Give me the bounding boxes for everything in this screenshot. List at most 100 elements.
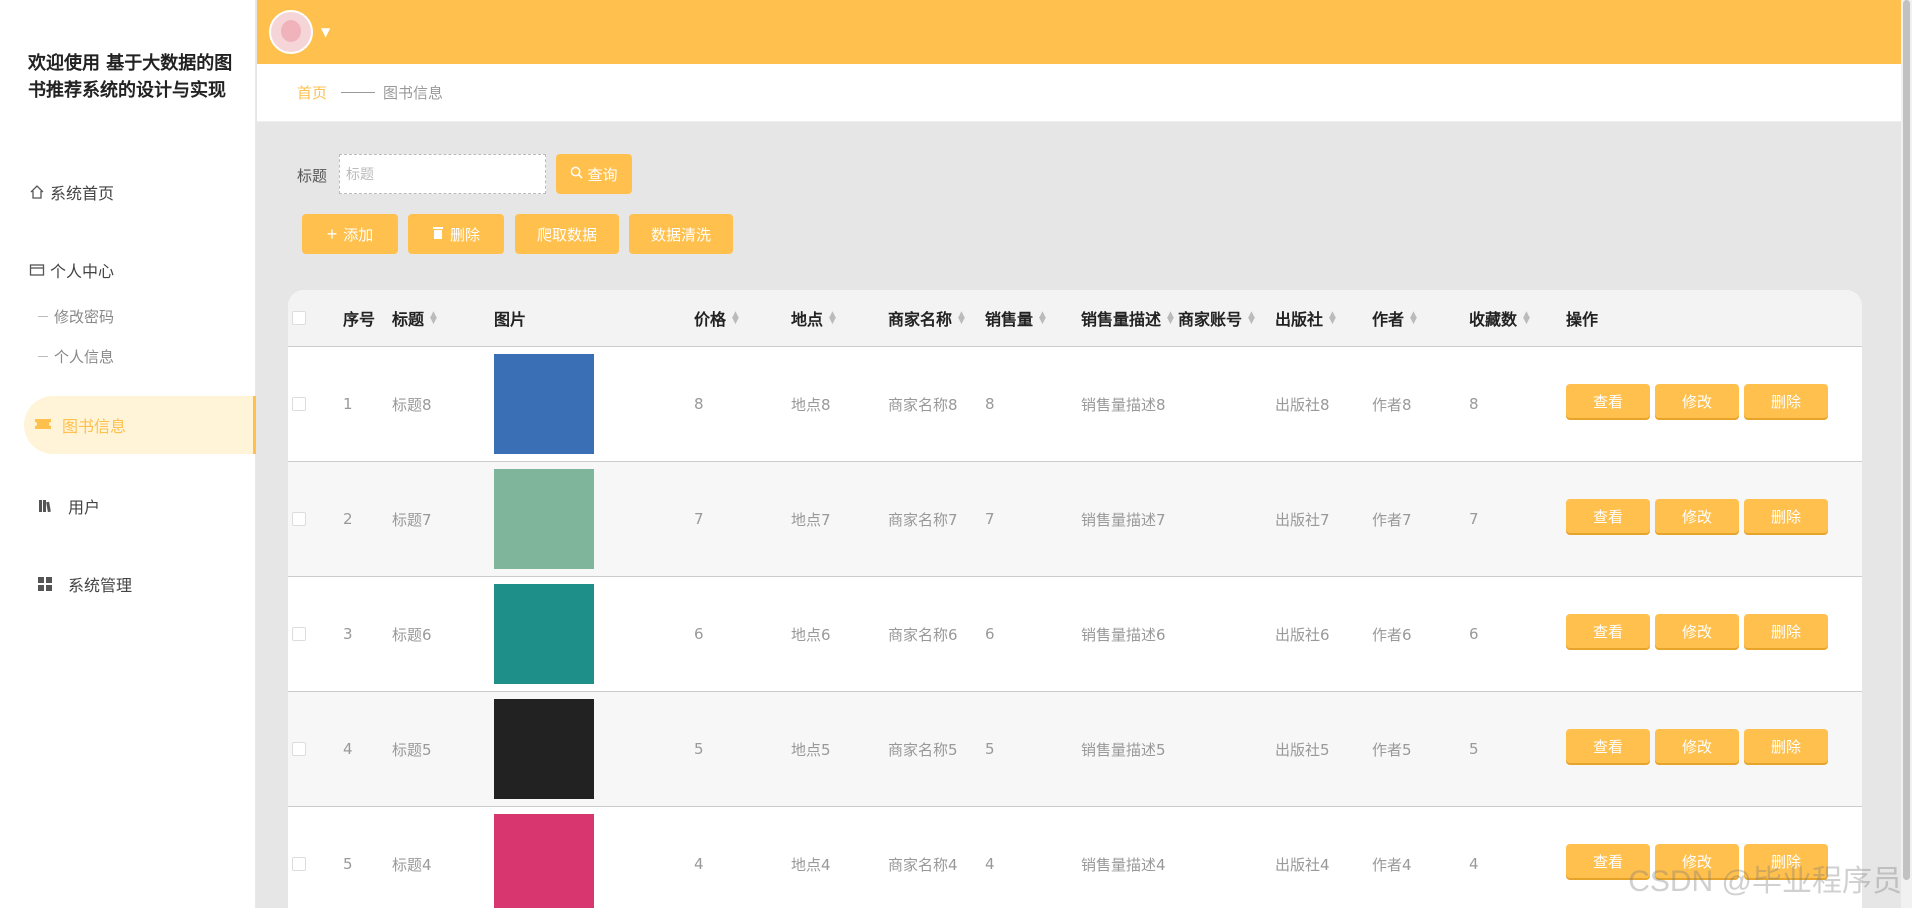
chevron-down-icon[interactable]: ▼ (321, 25, 330, 39)
cell-favorites: 7 (1469, 510, 1479, 528)
cell-merchant: 商家名称8 (888, 395, 958, 414)
header-sales-label: 销售量 (985, 310, 1034, 329)
edit-row-button[interactable]: 修改 (1655, 384, 1739, 418)
header-price[interactable]: 价格 ▲ ▼ (694, 290, 739, 346)
table-body: 1 标题8 8 地点8 商家名称8 8 销售量描述8 出版社8 作者8 8 查看 修改 删除 2 标题7 7 地… (288, 346, 1862, 908)
breadcrumb-separator (341, 92, 376, 93)
sidebar: 欢迎使用 基于大数据的图书推荐系统的设计与实现 系统首页 个人中心 修改密码 个… (0, 0, 256, 908)
header-author[interactable]: 作者 ▲ ▼ (1372, 290, 1417, 346)
header-sales-desc-label: 销售量描述 (1081, 310, 1162, 329)
sidebar-item-change-password[interactable]: 修改密码 (38, 306, 114, 327)
header-publisher[interactable]: 出版社 ▲ ▼ (1275, 290, 1336, 346)
book-cover-image (494, 814, 594, 908)
book-table: 序号 标题 ▲ ▼ 图片 价格 ▲ ▼ 地点 ▲ ▼ 商家名称 ▲ ▼ 销售量 ▲ ▼ 销售量描述 ▲… (288, 290, 1862, 908)
books-icon (36, 497, 54, 515)
clean-button[interactable]: 数据清洗 (629, 214, 733, 254)
row-checkbox[interactable] (292, 347, 306, 461)
row-checkbox[interactable] (292, 577, 306, 691)
cell-index: 4 (343, 740, 353, 758)
cell-sales-desc: 销售量描述5 (1081, 740, 1166, 759)
edit-row-button[interactable]: 修改 (1655, 614, 1739, 648)
book-cover-image (494, 469, 594, 569)
cell-index: 3 (343, 625, 353, 643)
header-favorites-label: 收藏数 (1469, 310, 1518, 329)
cell-title: 标题5 (392, 740, 432, 759)
avatar[interactable] (269, 10, 313, 54)
row-checkbox[interactable] (292, 807, 306, 908)
header-index: 序号 (343, 310, 376, 329)
divider (38, 356, 48, 357)
scrollbar-thumb[interactable] (1903, 0, 1910, 880)
delete-row-button[interactable]: 删除 (1744, 384, 1828, 418)
cell-sales: 6 (985, 625, 995, 643)
sidebar-item-label: 系统管理 (68, 576, 133, 595)
header-sales[interactable]: 销售量 ▲ ▼ (985, 290, 1046, 346)
search-button[interactable]: 查询 (556, 154, 632, 194)
header-ops: 操作 (1566, 310, 1599, 329)
cell-title: 标题6 (392, 625, 432, 644)
cell-publisher: 出版社6 (1275, 625, 1330, 644)
delete-row-button[interactable]: 删除 (1744, 614, 1828, 648)
sidebar-item-book-info[interactable]: 图书信息 (24, 396, 256, 454)
delete-button-label: 删除 (449, 226, 480, 244)
sidebar-item-users[interactable]: 用户 (28, 494, 100, 518)
cell-favorites: 4 (1469, 855, 1479, 873)
search-icon (570, 166, 584, 183)
cell-author: 作者5 (1372, 740, 1412, 759)
header-merchant-account[interactable]: 商家账号 ▲ ▼ (1178, 290, 1255, 346)
cell-merchant: 商家名称6 (888, 625, 958, 644)
cell-publisher: 出版社7 (1275, 510, 1330, 529)
breadcrumb-home[interactable]: 首页 (297, 82, 327, 103)
cell-location: 地点7 (791, 510, 831, 529)
view-row-button[interactable]: 查看 (1566, 499, 1650, 533)
header-title-label: 标题 (392, 310, 425, 329)
sidebar-item-personal-info[interactable]: 个人信息 (38, 346, 114, 367)
sidebar-item-home[interactable]: 系统首页 (28, 180, 114, 204)
cell-merchant: 商家名称5 (888, 740, 958, 759)
view-row-button[interactable]: 查看 (1566, 729, 1650, 763)
header-merchant[interactable]: 商家名称 ▲ ▼ (888, 290, 965, 346)
edit-row-button[interactable]: 修改 (1655, 499, 1739, 533)
header-location[interactable]: 地点 ▲ ▼ (791, 290, 836, 346)
cell-publisher: 出版社8 (1275, 395, 1330, 414)
breadcrumb: 首页 图书信息 (257, 64, 1901, 122)
cell-sales-desc: 销售量描述7 (1081, 510, 1166, 529)
crawl-button[interactable]: 爬取数据 (515, 214, 619, 254)
cell-title: 标题8 (392, 395, 432, 414)
header-favorites[interactable]: 收藏数 ▲ ▼ (1469, 290, 1530, 346)
sidebar-item-label: 用户 (68, 498, 101, 517)
sidebar-item-system-manage[interactable]: 系统管理 (28, 572, 132, 596)
sidebar-item-label: 系统首页 (50, 184, 115, 203)
add-button[interactable]: + 添加 (302, 214, 398, 254)
view-row-button[interactable]: 查看 (1566, 614, 1650, 648)
table-header: 序号 标题 ▲ ▼ 图片 价格 ▲ ▼ 地点 ▲ ▼ 商家名称 ▲ ▼ 销售量 ▲ ▼ 销售量描述 ▲… (288, 290, 1862, 346)
cell-publisher: 出版社4 (1275, 855, 1330, 874)
cell-author: 作者7 (1372, 510, 1412, 529)
cell-index: 5 (343, 855, 353, 873)
delete-row-button[interactable]: 删除 (1744, 729, 1828, 763)
cell-sales-desc: 销售量描述8 (1081, 395, 1166, 414)
cell-price: 8 (694, 395, 704, 413)
cell-sales-desc: 销售量描述6 (1081, 625, 1166, 644)
cell-title: 标题7 (392, 510, 432, 529)
trash-icon (432, 226, 444, 243)
crawl-button-label: 爬取数据 (536, 226, 597, 244)
search-input[interactable] (339, 154, 546, 194)
scrollbar[interactable] (1901, 0, 1912, 908)
sort-icon: ▲ ▼ (1410, 310, 1417, 326)
edit-row-button[interactable]: 修改 (1655, 729, 1739, 763)
delete-row-button[interactable]: 删除 (1744, 499, 1828, 533)
delete-button[interactable]: 删除 (408, 214, 504, 254)
select-all-checkbox[interactable] (292, 290, 306, 346)
sort-icon: ▲ ▼ (1039, 310, 1046, 326)
view-row-button[interactable]: 查看 (1566, 384, 1650, 418)
cell-location: 地点8 (791, 395, 831, 414)
row-checkbox[interactable] (292, 462, 306, 576)
cell-favorites: 5 (1469, 740, 1479, 758)
header-merchant-label: 商家名称 (888, 310, 953, 329)
sort-icon: ▲ ▼ (1248, 310, 1255, 326)
header-sales-desc[interactable]: 销售量描述 ▲ ▼ (1081, 290, 1174, 346)
header-title[interactable]: 标题 ▲ ▼ (392, 290, 437, 346)
sidebar-item-personal-center[interactable]: 个人中心 (28, 258, 114, 282)
row-checkbox[interactable] (292, 692, 306, 806)
